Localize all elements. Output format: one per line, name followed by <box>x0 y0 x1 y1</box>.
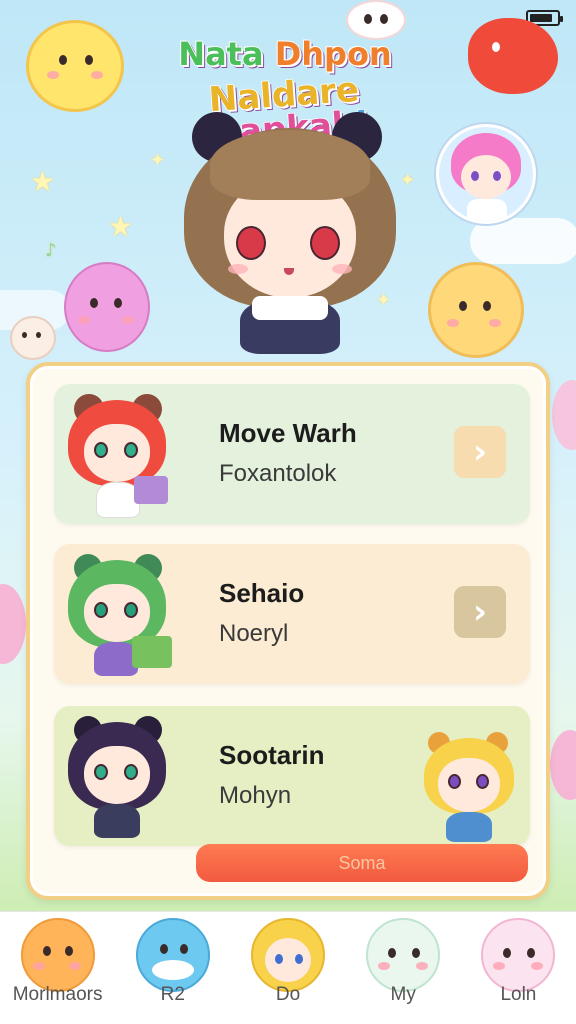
character-subtitle: Noeryl <box>219 620 289 647</box>
pink-cat-mascot <box>64 262 150 352</box>
blonde-girl-icon <box>251 918 325 992</box>
star-decoration: ★ <box>30 165 56 198</box>
blonde-girl-sticker <box>424 732 514 852</box>
pink-side-mascot <box>552 380 576 450</box>
chevron-right-icon: › <box>472 592 487 632</box>
main-chibi-character <box>182 108 398 358</box>
action-button[interactable]: Soma <box>196 844 528 882</box>
nav-item[interactable]: Loln <box>461 912 576 1024</box>
character-name: Sehaio <box>219 578 305 608</box>
pink-side-mascot <box>0 584 26 664</box>
nav-item[interactable]: Morlmaors <box>0 912 115 1024</box>
nav-label: R2 <box>160 984 185 1005</box>
character-card[interactable]: Sootarin Mohyn <box>54 706 530 846</box>
star-decoration: ♪ <box>45 240 57 261</box>
red-dragon-mascot <box>468 18 558 94</box>
character-list-panel: Move Warh Foxantolok › Sehaio Noeryl › S… <box>26 362 550 900</box>
beige-bear-mascot <box>10 316 56 360</box>
dark-hair-girl-avatar <box>64 712 184 840</box>
orange-hamster-icon <box>20 918 95 992</box>
yellow-bear-mascot <box>428 262 524 358</box>
nav-item[interactable]: My <box>346 912 461 1024</box>
pink-bunny-icon <box>481 918 556 992</box>
nav-label: Do <box>275 984 301 1005</box>
green-hair-girl-avatar <box>64 550 184 678</box>
open-arrow-button[interactable]: › <box>454 426 506 478</box>
open-arrow-button[interactable]: › <box>454 586 506 638</box>
chevron-right-icon: › <box>472 432 487 472</box>
mint-cat-icon <box>366 918 441 992</box>
pink-side-mascot <box>550 730 576 800</box>
character-card[interactable]: Move Warh Foxantolok › <box>54 384 530 524</box>
pink-hair-girl-bubble <box>436 124 536 224</box>
blue-whale-icon <box>135 918 210 992</box>
nav-label: Loln <box>500 984 537 1005</box>
nav-label: My <box>390 984 416 1005</box>
character-subtitle: Mohyn <box>219 782 292 809</box>
character-card[interactable]: Sehaio Noeryl › <box>54 544 530 684</box>
character-name: Move Warh <box>219 418 357 448</box>
bottom-nav: Morlmaors R2 Do My Loln <box>0 911 576 1024</box>
star-decoration: ★ <box>108 210 134 243</box>
nav-label: Morlmaors <box>12 984 103 1005</box>
nav-item[interactable]: Do <box>230 912 345 1024</box>
title-line-1: Nata Dhpon <box>178 35 393 73</box>
cloud <box>470 218 576 264</box>
character-subtitle: Foxantolok <box>219 460 337 487</box>
yellow-hamster-mascot <box>26 20 124 112</box>
nav-item[interactable]: R2 <box>115 912 230 1024</box>
white-cat-mascot <box>346 0 406 40</box>
star-decoration: ✦ <box>400 170 416 191</box>
red-hair-girl-avatar <box>64 390 184 518</box>
character-name: Sootarin <box>219 740 325 770</box>
